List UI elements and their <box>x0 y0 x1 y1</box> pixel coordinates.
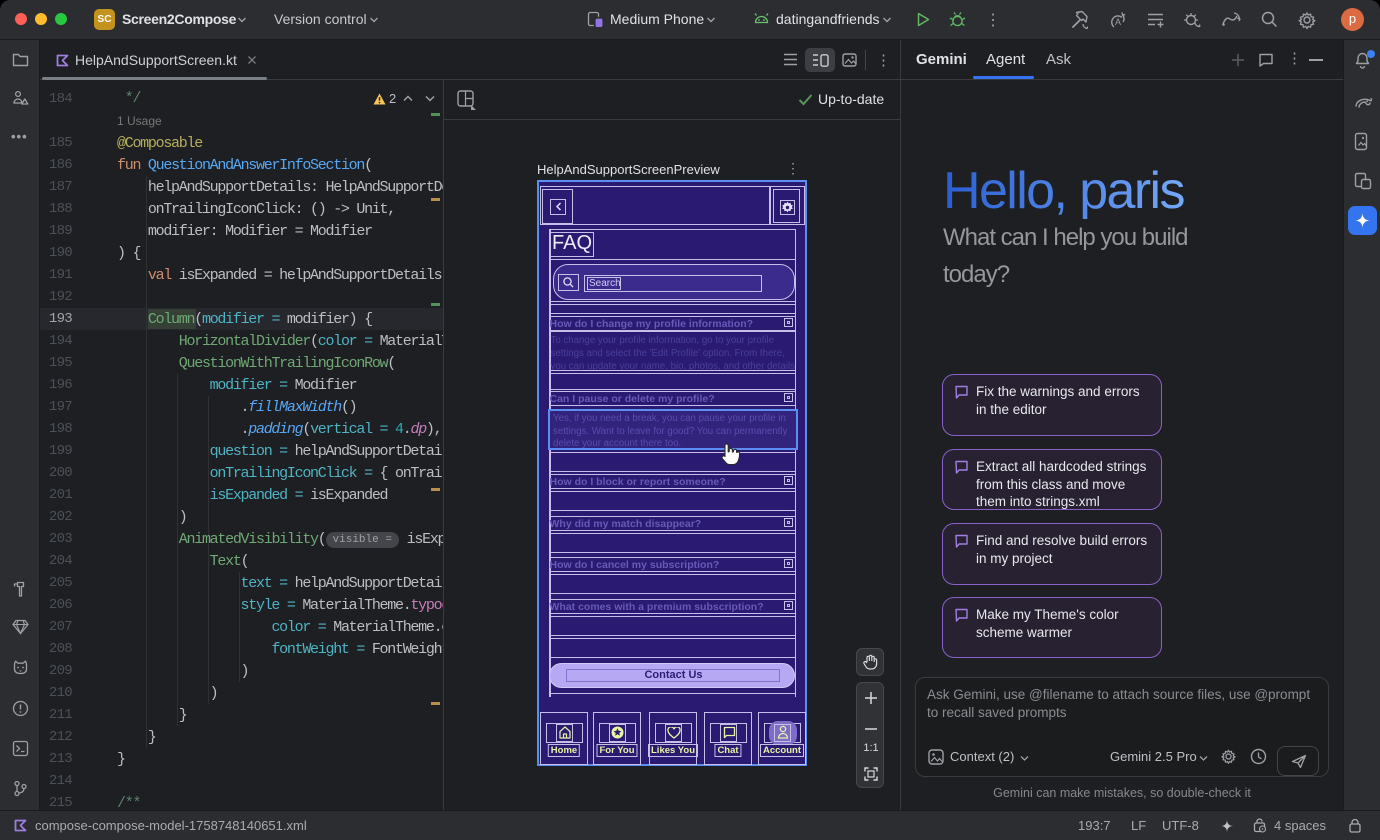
svg-text:A: A <box>1115 17 1121 27</box>
